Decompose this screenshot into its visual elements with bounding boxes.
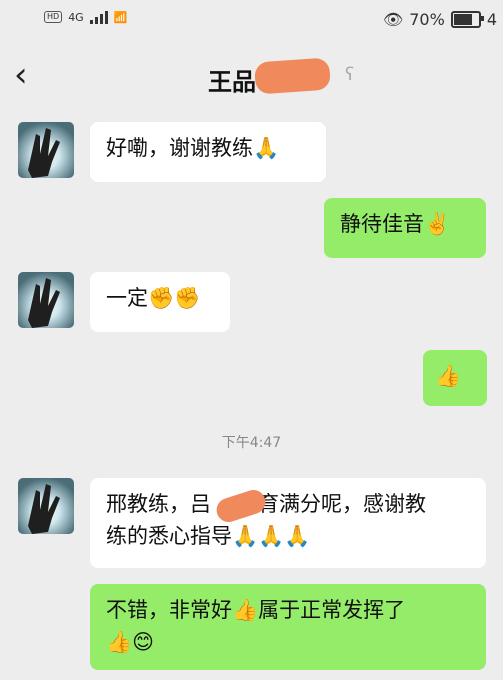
chat-title-text: 王品	[208, 68, 256, 96]
chat-header: ‹ 王品 ʕ	[0, 42, 503, 110]
message-line: 不错，非常好👍属于正常发挥了	[106, 598, 406, 622]
battery-icon	[450, 11, 484, 28]
redaction-mark	[253, 57, 332, 95]
message-text: 邢教练，吕	[106, 492, 211, 516]
message-bubble[interactable]: 静待佳音✌️	[324, 198, 486, 258]
avatar[interactable]	[18, 478, 74, 534]
eye-icon: 👁	[382, 10, 404, 29]
avatar-image	[18, 478, 74, 534]
message-text: 👍	[435, 364, 462, 388]
message-bubble[interactable]: 不错，非常好👍属于正常发挥了 👍😊	[90, 584, 486, 670]
status-left: HD 4G 📶	[44, 10, 127, 24]
hd-icon: HD	[44, 11, 63, 23]
message-line: 练的悉心指导🙏🙏🙏	[106, 524, 311, 548]
avatar-image	[18, 122, 74, 178]
message-bubble[interactable]: 邢教练，吕 体育满分呢，感谢教 练的悉心指导🙏🙏🙏	[90, 478, 486, 568]
message-bubble[interactable]: 一定✊✊	[90, 272, 230, 332]
status-extra: 4	[486, 10, 497, 29]
message-bubble[interactable]: 👍	[423, 350, 487, 406]
avatar[interactable]	[18, 122, 74, 178]
avatar[interactable]	[18, 272, 74, 328]
wifi-icon: 📶	[113, 10, 128, 24]
network-label: 4G	[68, 10, 84, 24]
message-text: 好嘞，谢谢教练🙏	[106, 136, 280, 160]
message-line: 邢教练，吕 体育满分呢，感谢教	[106, 488, 470, 520]
timestamp: 下午4:47	[221, 435, 282, 451]
ear-icon[interactable]: ʕ	[345, 64, 354, 85]
signal-icon	[89, 10, 108, 24]
back-icon[interactable]: ‹	[14, 58, 28, 92]
message-line: 👍😊	[106, 630, 155, 654]
status-bar: HD 4G 📶 👁 70% 4	[0, 0, 503, 42]
message-text: 一定✊✊	[106, 286, 201, 310]
chat-title: 王品	[208, 62, 256, 97]
avatar-image	[18, 272, 74, 328]
message-bubble[interactable]: 好嘞，谢谢教练🙏	[90, 122, 326, 182]
message-text: 静待佳音✌️	[340, 212, 451, 236]
battery-percent: 70%	[409, 10, 445, 29]
status-right: 👁 70% 4	[383, 10, 497, 29]
